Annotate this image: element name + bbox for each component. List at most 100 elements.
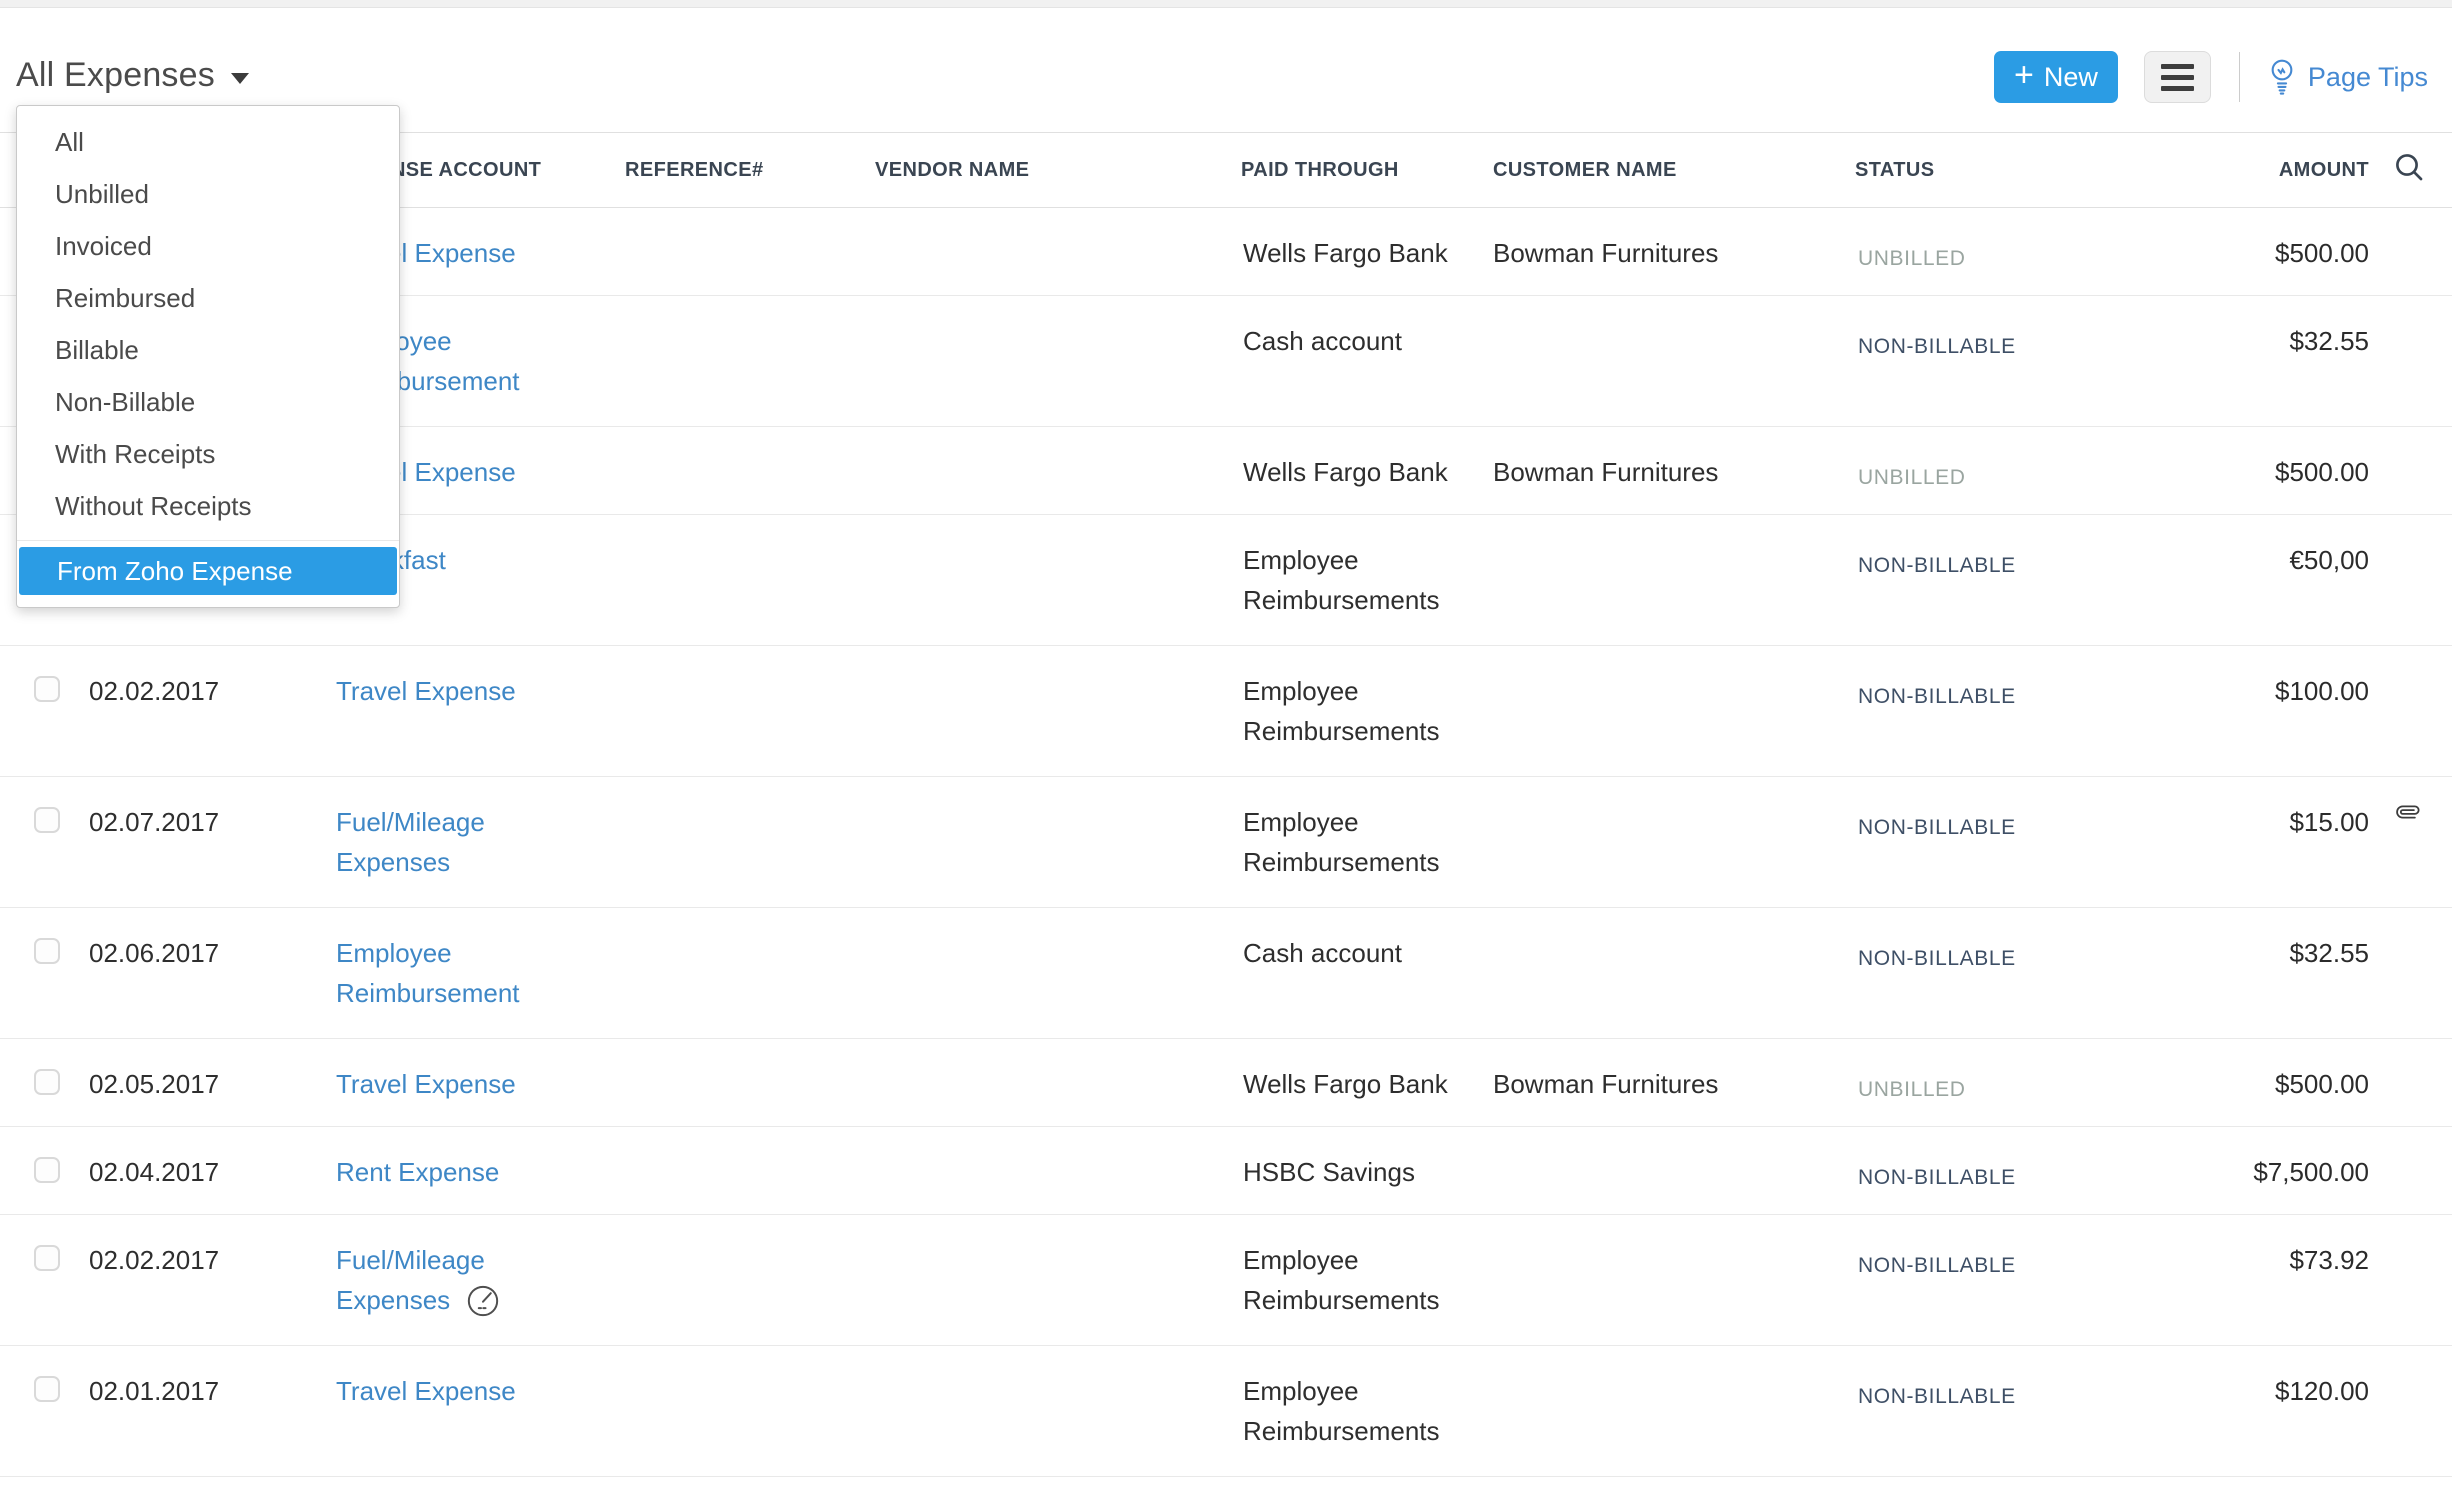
paid-through: EmployeeReimbursements <box>1241 646 1493 777</box>
customer-name <box>1493 908 1855 1039</box>
vendor-name <box>875 908 1241 1039</box>
expense-account-link[interactable]: Travel Expense <box>336 1064 516 1104</box>
menu-item-billable[interactable]: Billable <box>17 324 399 376</box>
paperclip-icon <box>2393 797 2423 827</box>
customer-name: Bowman Furnitures <box>1493 208 1855 296</box>
status-badge: UNBILLED <box>1858 466 1966 489</box>
header-customer-name: CUSTOMER NAME <box>1493 133 1855 208</box>
expense-amount: $32.55 <box>2105 296 2369 427</box>
menu-item-non-billable[interactable]: Non-Billable <box>17 376 399 428</box>
paid-through: Wells Fargo Bank <box>1241 208 1493 296</box>
expense-account-link[interactable]: Expenses <box>336 842 450 882</box>
reference-number <box>625 427 875 515</box>
header-paid-through: PAID THROUGH <box>1241 133 1493 208</box>
expense-account-link[interactable]: Travel Expense <box>336 671 516 711</box>
header-amount: AMOUNT <box>2105 133 2369 208</box>
table-row: 02.05.2017Travel ExpenseWells Fargo Bank… <box>0 1039 2452 1127</box>
row-checkbox[interactable] <box>34 1069 60 1095</box>
status-badge: UNBILLED <box>1858 247 1966 270</box>
reference-number <box>625 908 875 1039</box>
expense-amount: $500.00 <box>2105 1039 2369 1127</box>
status-badge: NON-BILLABLE <box>1858 816 2016 839</box>
row-checkbox[interactable] <box>34 676 60 702</box>
table-row: 02.06.2017EmployeeReimbursementCash acco… <box>0 908 2452 1039</box>
menu-item-with-receipts[interactable]: With Receipts <box>17 428 399 480</box>
row-checkbox[interactable] <box>34 1245 60 1271</box>
vendor-name <box>875 1346 1241 1477</box>
table-row: 02.02.2017Fuel/MileageExpensesEmployeeRe… <box>0 1215 2452 1346</box>
expense-filter-menu: AllUnbilledInvoicedReimbursedBillableNon… <box>16 105 400 608</box>
customer-name <box>1493 1346 1855 1477</box>
table-row: 02.02.2017Travel ExpenseEmployeeReimburs… <box>0 646 2452 777</box>
paid-through: EmployeeReimbursements <box>1241 515 1493 646</box>
page-tips-link[interactable]: Page Tips <box>2268 58 2428 96</box>
expense-account-link[interactable]: Expenses <box>336 1280 450 1320</box>
customer-name: Bowman Furnitures <box>1493 427 1855 515</box>
expense-date: 02.01.2017 <box>86 1346 336 1477</box>
page-tips-label: Page Tips <box>2308 62 2428 93</box>
reference-number <box>625 296 875 427</box>
vendor-name <box>875 646 1241 777</box>
customer-name <box>1493 515 1855 646</box>
expense-amount: $7,500.00 <box>2105 1127 2369 1215</box>
reference-number <box>625 1127 875 1215</box>
reference-number <box>625 208 875 296</box>
expense-date: 02.07.2017 <box>86 777 336 908</box>
expense-date: 02.02.2017 <box>86 1215 336 1346</box>
customer-name: Bowman Furnitures <box>1493 1039 1855 1127</box>
toolbar-divider <box>2239 52 2240 102</box>
vendor-name <box>875 1127 1241 1215</box>
new-button-label: New <box>2044 62 2098 93</box>
header-status: STATUS <box>1855 133 2105 208</box>
status-badge: NON-BILLABLE <box>1858 1385 2016 1408</box>
vendor-name <box>875 1215 1241 1346</box>
paid-through: HSBC Savings <box>1241 1127 1493 1215</box>
vendor-name <box>875 1039 1241 1127</box>
expense-date: 02.04.2017 <box>86 1127 336 1215</box>
status-badge: NON-BILLABLE <box>1858 685 2016 708</box>
reference-number <box>625 777 875 908</box>
header-vendor-name: VENDOR NAME <box>875 133 1241 208</box>
new-button[interactable]: + New <box>1994 51 2118 103</box>
expense-account-link[interactable]: Reimbursement <box>336 973 520 1013</box>
expense-amount: $120.00 <box>2105 1346 2369 1477</box>
menu-item-invoiced[interactable]: Invoiced <box>17 220 399 272</box>
table-row: 02.07.2017Fuel/MileageExpenses EmployeeRe… <box>0 777 2452 908</box>
row-checkbox[interactable] <box>34 938 60 964</box>
reference-number <box>625 646 875 777</box>
expense-account-link[interactable]: Fuel/Mileage <box>336 802 485 842</box>
vendor-name <box>875 777 1241 908</box>
menu-item-from-zoho-expense[interactable]: From Zoho Expense <box>19 547 397 595</box>
menu-item-reimbursed[interactable]: Reimbursed <box>17 272 399 324</box>
status-badge: NON-BILLABLE <box>1858 947 2016 970</box>
row-checkbox[interactable] <box>34 1376 60 1402</box>
expense-amount: €50,00 <box>2105 515 2369 646</box>
search-icon[interactable] <box>2393 151 2425 183</box>
lightbulb-icon <box>2268 58 2296 96</box>
paid-through: EmployeeReimbursements <box>1241 777 1493 908</box>
expenses-filter-dropdown-toggle[interactable]: All Expenses <box>16 56 249 95</box>
expense-account-link[interactable]: Employee <box>336 933 452 973</box>
vendor-name <box>875 296 1241 427</box>
menu-item-unbilled[interactable]: Unbilled <box>17 168 399 220</box>
hamburger-menu-button[interactable] <box>2144 51 2211 103</box>
menu-item-without-receipts[interactable]: Without Receipts <box>17 480 399 532</box>
row-checkbox[interactable] <box>34 807 60 833</box>
expense-account-link[interactable]: Travel Expense <box>336 1371 516 1411</box>
status-badge: NON-BILLABLE <box>1858 1254 2016 1277</box>
vendor-name <box>875 208 1241 296</box>
expense-date: 02.06.2017 <box>86 908 336 1039</box>
expense-account-link[interactable]: Fuel/Mileage <box>336 1240 485 1280</box>
row-checkbox[interactable] <box>34 1157 60 1183</box>
toolbar: + New Page Tips <box>1994 51 2452 103</box>
reference-number <box>625 1346 875 1477</box>
expense-account-link[interactable]: Rent Expense <box>336 1152 499 1192</box>
status-badge: UNBILLED <box>1858 1078 1966 1101</box>
paid-through: EmployeeReimbursements <box>1241 1346 1493 1477</box>
header-reference: REFERENCE# <box>625 133 875 208</box>
menu-item-all[interactable]: All <box>17 116 399 168</box>
status-badge: NON-BILLABLE <box>1858 554 2016 577</box>
expense-amount: $15.00 <box>2105 777 2369 908</box>
customer-name <box>1493 777 1855 908</box>
chevron-down-icon <box>231 73 249 84</box>
